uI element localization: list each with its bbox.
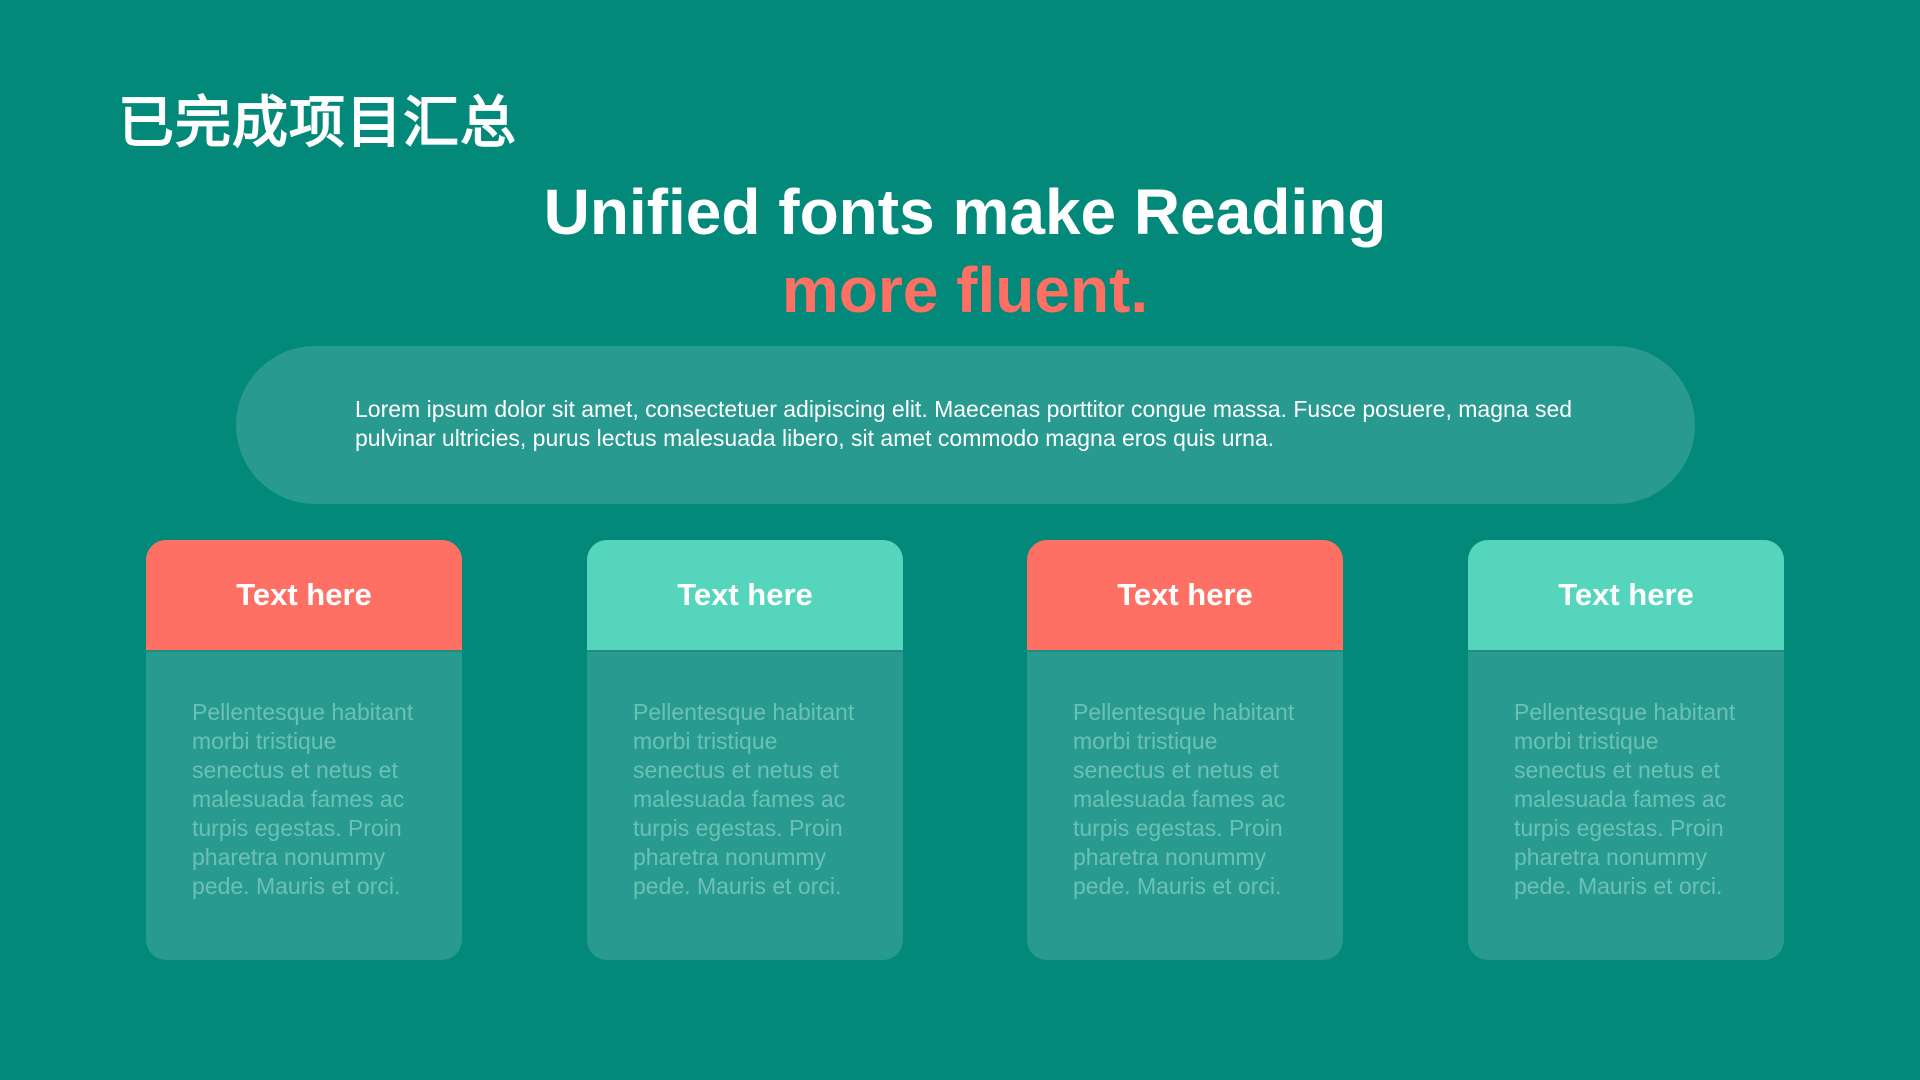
card-body: Pellentesque habitant morbi tristique se… — [1514, 699, 1736, 899]
info-card: Text here Pellentesque habitant morbi tr… — [587, 540, 903, 960]
card-title: Text here — [677, 577, 813, 612]
card-body: Pellentesque habitant morbi tristique se… — [192, 699, 414, 899]
card-body: Pellentesque habitant morbi tristique se… — [1073, 699, 1295, 899]
card-header: Text here — [1468, 540, 1784, 652]
headline-primary: Unified fonts make Reading — [543, 176, 1387, 248]
info-card: Text here Pellentesque habitant morbi tr… — [1027, 540, 1343, 960]
page-title: 已完成项目汇总 — [118, 91, 517, 156]
card-title: Text here — [1117, 577, 1253, 612]
card-title: Text here — [1558, 577, 1694, 612]
card-header: Text here — [146, 540, 462, 652]
card-header: Text here — [587, 540, 903, 652]
slide: 已完成项目汇总 Unified fonts make Reading more … — [0, 0, 1920, 1080]
info-card: Text here Pellentesque habitant morbi tr… — [1468, 540, 1784, 960]
intro-text: Lorem ipsum dolor sit amet, consectetuer… — [355, 396, 1573, 451]
card-title: Text here — [236, 577, 372, 612]
card-header: Text here — [1027, 540, 1343, 652]
intro-panel: Lorem ipsum dolor sit amet, consectetuer… — [236, 346, 1695, 504]
headline-accent: more fluent. — [781, 254, 1149, 326]
card-body: Pellentesque habitant morbi tristique se… — [633, 699, 855, 899]
info-card: Text here Pellentesque habitant morbi tr… — [146, 540, 462, 960]
